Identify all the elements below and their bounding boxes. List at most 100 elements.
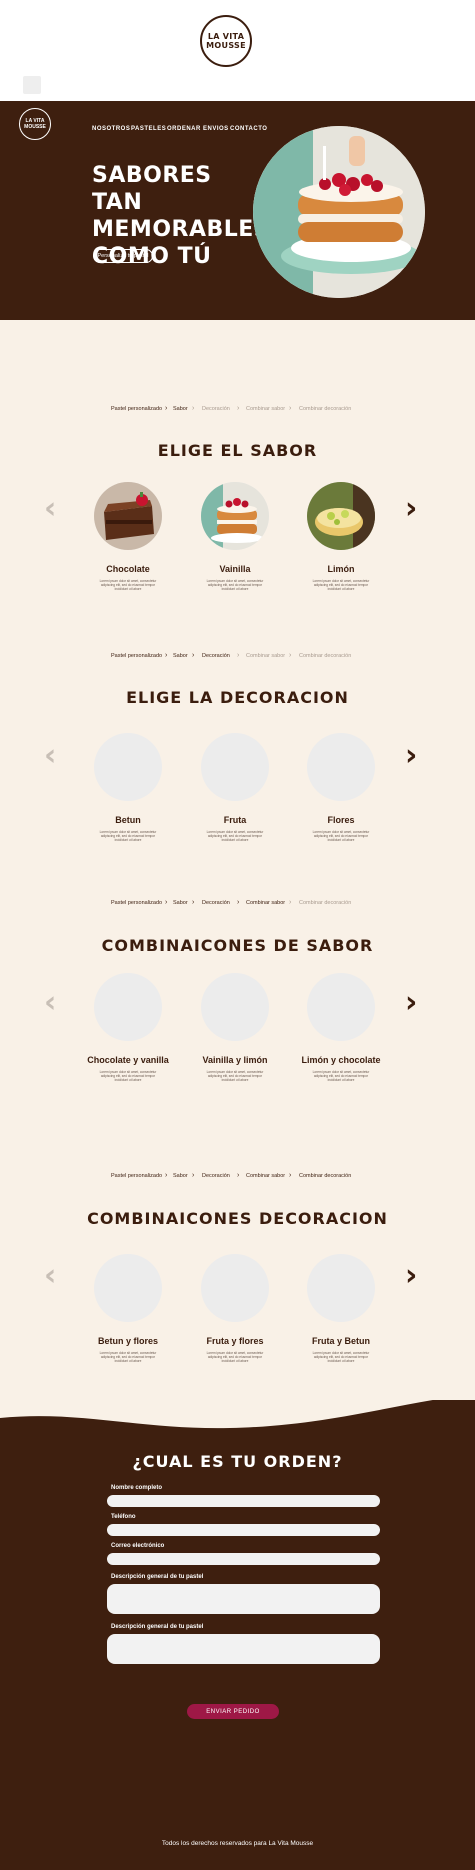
chevron-right-icon: › (165, 1172, 168, 1179)
footer-copyright: Todos los derechos reservados para La Vi… (161, 1840, 314, 1847)
field-label: Descripción general de tu pastel (111, 1574, 204, 1580)
breadcrumb-item-sabor[interactable]: Sabor (173, 653, 188, 659)
chevron-right-icon: › (289, 899, 292, 906)
lemon-cake-image (307, 482, 375, 550)
card-description: Lorem ipsum dolor sit amet, consectetur … (99, 1351, 157, 1363)
cake-description-field[interactable] (107, 1584, 380, 1614)
card-description: Lorem ipsum dolor sit amet, consectetur … (206, 1351, 264, 1363)
chevron-right-icon: › (237, 652, 240, 659)
chevron-left-icon[interactable]: ‹ (44, 741, 56, 771)
decoration-card-fruta[interactable]: Fruta Lorem ipsum dolor sit amet, consec… (180, 733, 290, 842)
breadcrumb-item-combinar-decoracion[interactable]: Combinar decoración (299, 653, 351, 659)
hero-cake-image (253, 126, 425, 298)
field-label: Nombre completo (111, 1485, 163, 1491)
breadcrumb-item-pastel[interactable]: Pastel personalizado (111, 653, 162, 659)
breadcrumb-item-sabor[interactable]: Sabor (173, 1173, 188, 1179)
vanilla-cake-image (201, 482, 269, 550)
breadcrumb-item-pastel[interactable]: Pastel personalizado (111, 1173, 162, 1179)
chevron-right-icon: › (289, 652, 292, 659)
breadcrumb: Pastel personalizado › Sabor › Decoració… (0, 1172, 475, 1183)
top-logo[interactable]: LA VITA MOUSSE (200, 15, 252, 67)
flavor-combo-card[interactable]: Limón y chocolate Lorem ipsum dolor sit … (286, 973, 396, 1082)
section-title: COMBINAICONES DECORACION (87, 1209, 388, 1228)
chevron-right-icon: › (165, 899, 168, 906)
card-title: Vainilla y limón (202, 1055, 268, 1065)
nav-item-envios[interactable]: ENVIOS (203, 126, 229, 132)
chevron-right-icon[interactable]: › (405, 1261, 417, 1291)
nav-item-ordenar[interactable]: ORDENAR (167, 126, 201, 132)
card-description: Lorem ipsum dolor sit amet, consectetur … (312, 1351, 370, 1363)
card-description: Lorem ipsum dolor sit amet, consectetur … (206, 1070, 264, 1082)
breadcrumb-item-pastel[interactable]: Pastel personalizado (111, 900, 162, 906)
card-description: Lorem ipsum dolor sit amet, consectetur … (206, 830, 264, 842)
email-field[interactable] (107, 1553, 380, 1565)
flavor-card-chocolate[interactable]: Chocolate Lorem ipsum dolor sit amet, co… (73, 482, 183, 591)
section-title: COMBINAICONES DE SABOR (101, 936, 374, 955)
chevron-left-icon[interactable]: ‹ (44, 494, 56, 524)
nav-item-contacto[interactable]: CONTACTO (230, 126, 267, 132)
flavor-card-limon[interactable]: Limón Lorem ipsum dolor sit amet, consec… (286, 482, 396, 591)
chevron-right-icon: › (165, 405, 168, 412)
chevron-right-icon: › (237, 1172, 240, 1179)
chevron-right-icon: › (289, 1172, 292, 1179)
customize-cake-button[interactable]: Personaliza tu pastel (93, 249, 153, 263)
cake-description-field-2[interactable] (107, 1634, 380, 1664)
breadcrumb-item-decoracion[interactable]: Decoración (202, 1173, 230, 1179)
chevron-left-icon[interactable]: ‹ (44, 1261, 56, 1291)
chevron-right-icon: › (165, 652, 168, 659)
card-description: Lorem ipsum dolor sit amet, consectetur … (312, 579, 370, 591)
card-title: Flores (327, 815, 355, 825)
phone-field[interactable] (107, 1524, 380, 1536)
card-title: Fruta y Betun (311, 1336, 370, 1346)
card-image-placeholder (307, 733, 375, 801)
card-description: Lorem ipsum dolor sit amet, consectetur … (206, 579, 264, 591)
breadcrumb-item-decoracion[interactable]: Decoración (202, 653, 230, 659)
card-image-placeholder (201, 733, 269, 801)
nav-item-pasteles[interactable]: PASTELES (131, 126, 166, 132)
chevron-right-icon[interactable]: › (405, 988, 417, 1018)
chocolate-cake-image (94, 482, 162, 550)
menu-square-button[interactable] (23, 76, 41, 94)
breadcrumb-item-decoracion[interactable]: Decoración (202, 900, 230, 906)
card-image-placeholder (201, 973, 269, 1041)
breadcrumb-item-combinar-sabor[interactable]: Combinar sabor (246, 406, 285, 412)
submit-order-button[interactable]: ENVIAR PEDIDO (187, 1704, 279, 1719)
breadcrumb-item-sabor[interactable]: Sabor (173, 406, 188, 412)
card-image-placeholder (307, 973, 375, 1041)
flavor-combo-card[interactable]: Chocolate y vanilla Lorem ipsum dolor si… (73, 973, 183, 1082)
breadcrumb-item-sabor[interactable]: Sabor (173, 900, 188, 906)
decoration-combo-card[interactable]: Fruta y flores Lorem ipsum dolor sit ame… (180, 1254, 290, 1363)
breadcrumb-item-combinar-decoracion[interactable]: Combinar decoración (299, 900, 351, 906)
card-image-placeholder (94, 733, 162, 801)
breadcrumb: Pastel personalizado › Sabor › Decoració… (0, 405, 475, 416)
decoration-combo-card[interactable]: Betun y flores Lorem ipsum dolor sit ame… (73, 1254, 183, 1363)
breadcrumb: Pastel personalizado › Sabor › Decoració… (0, 899, 475, 910)
flavor-combo-card[interactable]: Vainilla y limón Lorem ipsum dolor sit a… (180, 973, 290, 1082)
breadcrumb-item-combinar-sabor[interactable]: Combinar sabor (246, 1173, 285, 1179)
card-title: Vainilla (219, 564, 251, 574)
hero-logo[interactable]: LA VITA MOUSSE (19, 108, 51, 140)
decoration-card-flores[interactable]: Flores Lorem ipsum dolor sit amet, conse… (286, 733, 396, 842)
flavor-card-vainilla[interactable]: Vainilla Lorem ipsum dolor sit amet, con… (180, 482, 290, 591)
card-description: Lorem ipsum dolor sit amet, consectetur … (312, 830, 370, 842)
breadcrumb-item-pastel[interactable]: Pastel personalizado (111, 406, 162, 412)
field-label: Correo electrónico (111, 1543, 165, 1549)
breadcrumb-item-combinar-sabor[interactable]: Combinar sabor (246, 900, 285, 906)
card-title: Limón y chocolate (301, 1055, 381, 1065)
nav-item-nosotros[interactable]: NOSOTROS (92, 126, 130, 132)
field-label: Descripción general de tu pastel (111, 1624, 204, 1630)
breadcrumb-item-combinar-decoracion[interactable]: Combinar decoración (299, 406, 351, 412)
chevron-right-icon[interactable]: › (405, 494, 417, 524)
decoration-combo-card[interactable]: Fruta y Betun Lorem ipsum dolor sit amet… (286, 1254, 396, 1363)
breadcrumb-item-combinar-sabor[interactable]: Combinar sabor (246, 653, 285, 659)
logo-line-1: LA VITA (207, 32, 245, 41)
card-title: Betun y flores (97, 1336, 158, 1346)
decoration-card-betun[interactable]: Betun Lorem ipsum dolor sit amet, consec… (73, 733, 183, 842)
card-image-placeholder (201, 1254, 269, 1322)
chevron-right-icon[interactable]: › (405, 741, 417, 771)
breadcrumb-item-combinar-decoracion[interactable]: Combinar decoración (299, 1173, 351, 1179)
chevron-left-icon[interactable]: ‹ (44, 988, 56, 1018)
order-title: ¿CUAL ES TU ORDEN? (132, 1452, 343, 1471)
breadcrumb-item-decoracion[interactable]: Decoración (202, 406, 230, 412)
full-name-field[interactable] (107, 1495, 380, 1507)
